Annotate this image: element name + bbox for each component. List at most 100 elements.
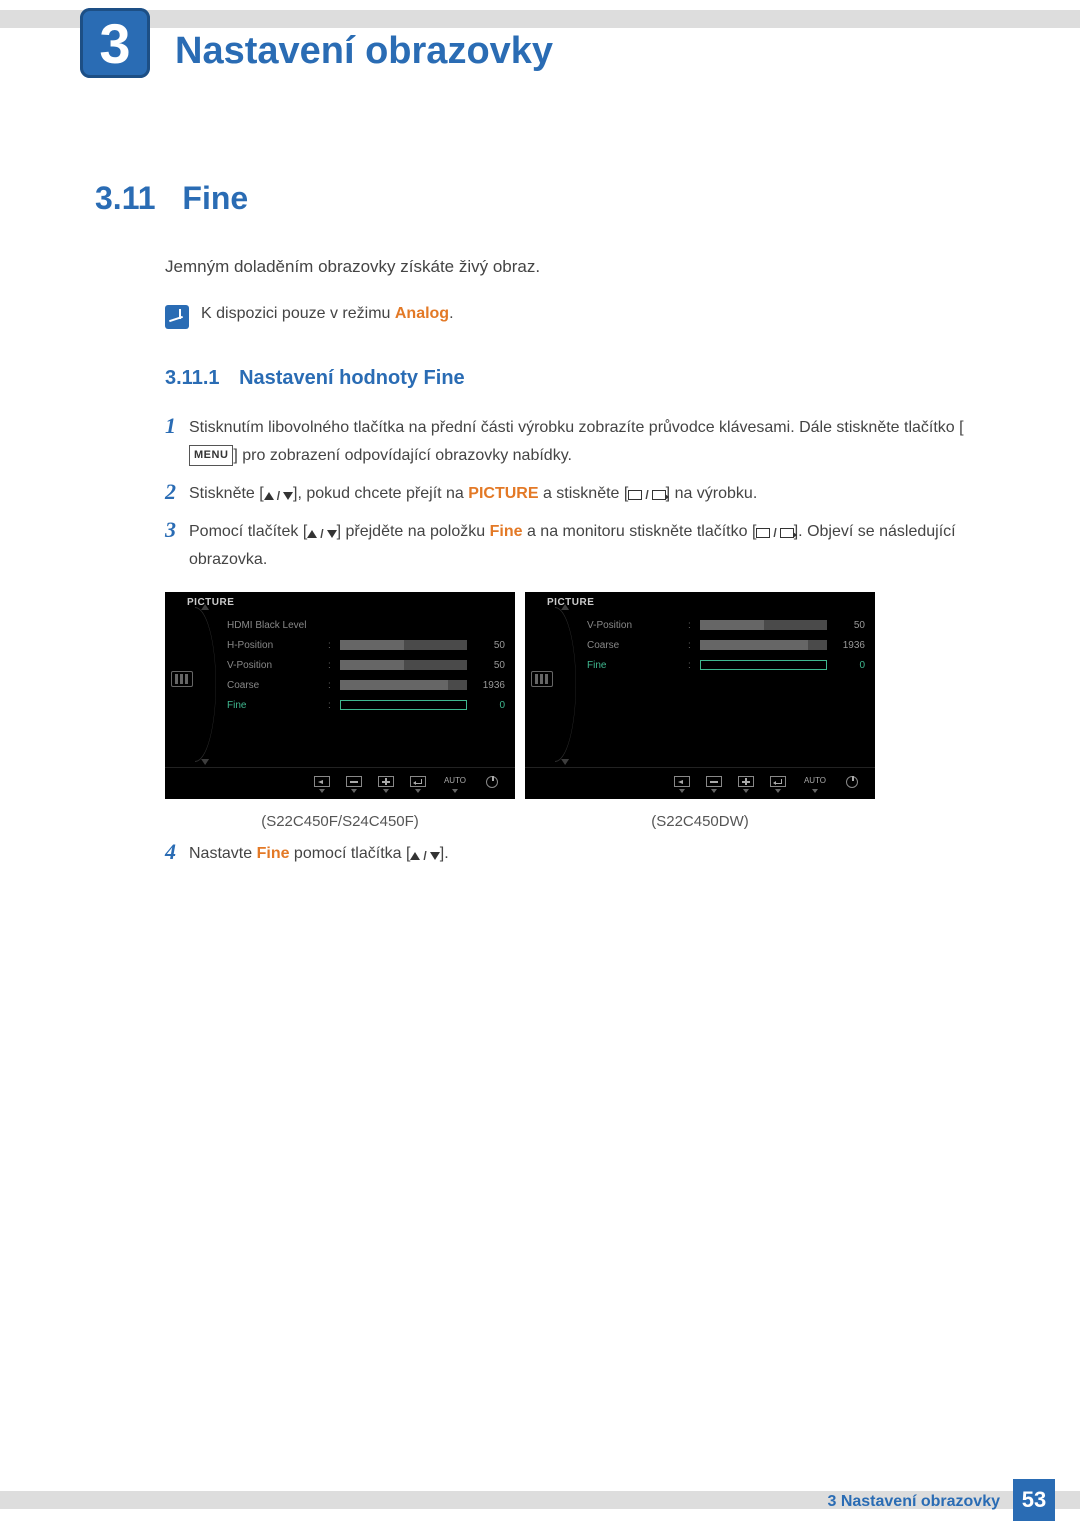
section-title: 3.11 Fine — [95, 180, 980, 217]
osd-row: V-Position: 50 — [587, 615, 865, 635]
osd-minus-button — [345, 776, 363, 793]
osd-row-label: HDMI Black Level — [227, 620, 322, 631]
section-name: Fine — [182, 180, 248, 216]
step-text: Pomocí tlačítek [/] přejděte na položku … — [189, 518, 980, 574]
steps-list: 1 Stisknutím libovolného tlačítka na pře… — [165, 414, 980, 574]
osd-row: Coarse: 1936 — [227, 675, 505, 695]
step-3: 3 Pomocí tlačítek [/] přejděte na položk… — [165, 518, 980, 574]
osd-plus-button — [737, 776, 755, 793]
picture-menu-icon — [171, 671, 193, 687]
osd-header: PICTURE — [525, 592, 875, 611]
up-down-icon: / — [307, 524, 336, 545]
subsection-title: 3.11.1 Nastavení hodnoty Fine — [165, 367, 980, 390]
source-enter-icon: / — [756, 523, 793, 544]
osd-slider — [340, 640, 467, 650]
up-down-icon: / — [410, 846, 439, 867]
osd-back-button — [313, 776, 331, 793]
osd-row: Coarse: 1936 — [587, 635, 865, 655]
osd-enter-button — [409, 776, 427, 793]
header-divider — [0, 10, 1080, 28]
osd-value: 50 — [473, 640, 505, 651]
step-1: 1 Stisknutím libovolného tlačítka na pře… — [165, 414, 980, 470]
osd-row-label: Fine — [587, 660, 682, 671]
osd-rows: V-Position: 50 Coarse: 1936 Fine: 0 — [557, 611, 875, 761]
osd-row: HDMI Black Level — [227, 615, 505, 635]
osd-row: H-Position: 50 — [227, 635, 505, 655]
osd-value: 1936 — [473, 680, 505, 691]
osd-row-label: H-Position — [227, 640, 322, 651]
osd-colon: : — [328, 680, 334, 691]
subsection-name: Nastavení hodnoty Fine — [239, 367, 465, 389]
page-number: 53 — [1013, 1479, 1055, 1521]
osd-row-label: Coarse — [587, 640, 682, 651]
intro-text: Jemným doladěním obrazovky získáte živý … — [165, 257, 980, 277]
step-2: 2 Stiskněte [/], pokud chcete přejít na … — [165, 480, 980, 508]
osd-slider — [340, 680, 467, 690]
step-text: Stisknutím libovolného tlačítka na předn… — [189, 414, 980, 470]
osd-power-button — [483, 776, 501, 793]
step-4: 4 Nastavte Fine pomocí tlačítka [/]. — [165, 840, 980, 868]
osd-power-button — [843, 776, 861, 793]
source-enter-icon: / — [628, 485, 665, 506]
osd-slider — [700, 620, 827, 630]
osd-caption-1: (S22C450F/S24C450F) — [165, 813, 515, 830]
osd-slider — [700, 640, 827, 650]
footer: 3 Nastavení obrazovky 53 — [0, 1485, 1080, 1527]
up-down-icon: / — [264, 486, 293, 507]
osd-colon: : — [328, 700, 334, 711]
osd-colon: : — [688, 620, 694, 631]
osd-colon: : — [688, 640, 694, 651]
chapter-number-badge: 3 — [80, 8, 150, 78]
steps-list-cont: 4 Nastavte Fine pomocí tlačítka [/]. — [165, 840, 980, 868]
osd-header: PICTURE — [165, 592, 515, 611]
osd-minus-button — [705, 776, 723, 793]
osd-panel-2: PICTURE V-Position: 50 Coarse: 1936 Fine: 0 — [525, 592, 875, 799]
content: 3.11 Fine Jemným doladěním obrazovky zís… — [0, 120, 1080, 868]
osd-value: 0 — [833, 660, 865, 671]
osd-value: 50 — [473, 660, 505, 671]
chapter-title: Nastavení obrazovky — [175, 30, 553, 73]
osd-caption-2: (S22C450DW) — [525, 813, 875, 830]
osd-screenshots: PICTURE HDMI Black LevelH-Position:50V-P… — [165, 592, 980, 799]
step-number: 4 — [165, 840, 189, 864]
osd-footer: AUTO — [525, 767, 875, 795]
osd-slider — [340, 660, 467, 670]
osd-row-label: V-Position — [587, 620, 682, 631]
note: K dispozici pouze v režimu Analog. — [165, 305, 980, 329]
step-text: Stiskněte [/], pokud chcete přejít na PI… — [189, 480, 757, 508]
osd-auto-button: AUTO — [801, 776, 829, 793]
osd-plus-button — [377, 776, 395, 793]
note-text: K dispozici pouze v režimu Analog. — [201, 305, 454, 323]
subsection-number: 3.11.1 — [165, 367, 220, 389]
osd-panel-1: PICTURE HDMI Black LevelH-Position:50V-P… — [165, 592, 515, 799]
osd-row-label: Fine — [227, 700, 322, 711]
step-number: 3 — [165, 518, 189, 542]
osd-row-label: V-Position — [227, 660, 322, 671]
osd-slider — [700, 660, 827, 670]
osd-colon: : — [328, 640, 334, 651]
step-number: 1 — [165, 414, 189, 438]
osd-slider — [340, 700, 467, 710]
footer-label: 3 Nastavení obrazovky — [827, 1493, 1000, 1511]
osd-colon: : — [328, 660, 334, 671]
osd-row-label: Coarse — [227, 680, 322, 691]
step-number: 2 — [165, 480, 189, 504]
osd-captions: (S22C450F/S24C450F) (S22C450DW) — [165, 813, 980, 830]
osd-back-button — [673, 776, 691, 793]
osd-enter-button — [769, 776, 787, 793]
osd-colon: : — [688, 660, 694, 671]
picture-menu-icon — [531, 671, 553, 687]
osd-row: Fine: 0 — [587, 655, 865, 675]
step-text: Nastavte Fine pomocí tlačítka [/]. — [189, 840, 449, 868]
osd-rows: HDMI Black LevelH-Position:50V-Position:… — [197, 611, 515, 761]
menu-button-label: MENU — [189, 445, 233, 466]
note-icon — [165, 305, 189, 329]
osd-row: Fine:0 — [227, 695, 505, 715]
osd-value: 50 — [833, 620, 865, 631]
header: 3 Nastavení obrazovky — [0, 0, 1080, 120]
osd-auto-button: AUTO — [441, 776, 469, 793]
osd-footer: AUTO — [165, 767, 515, 795]
section-number: 3.11 — [95, 180, 156, 216]
osd-value: 1936 — [833, 640, 865, 651]
osd-row: V-Position: 50 — [227, 655, 505, 675]
